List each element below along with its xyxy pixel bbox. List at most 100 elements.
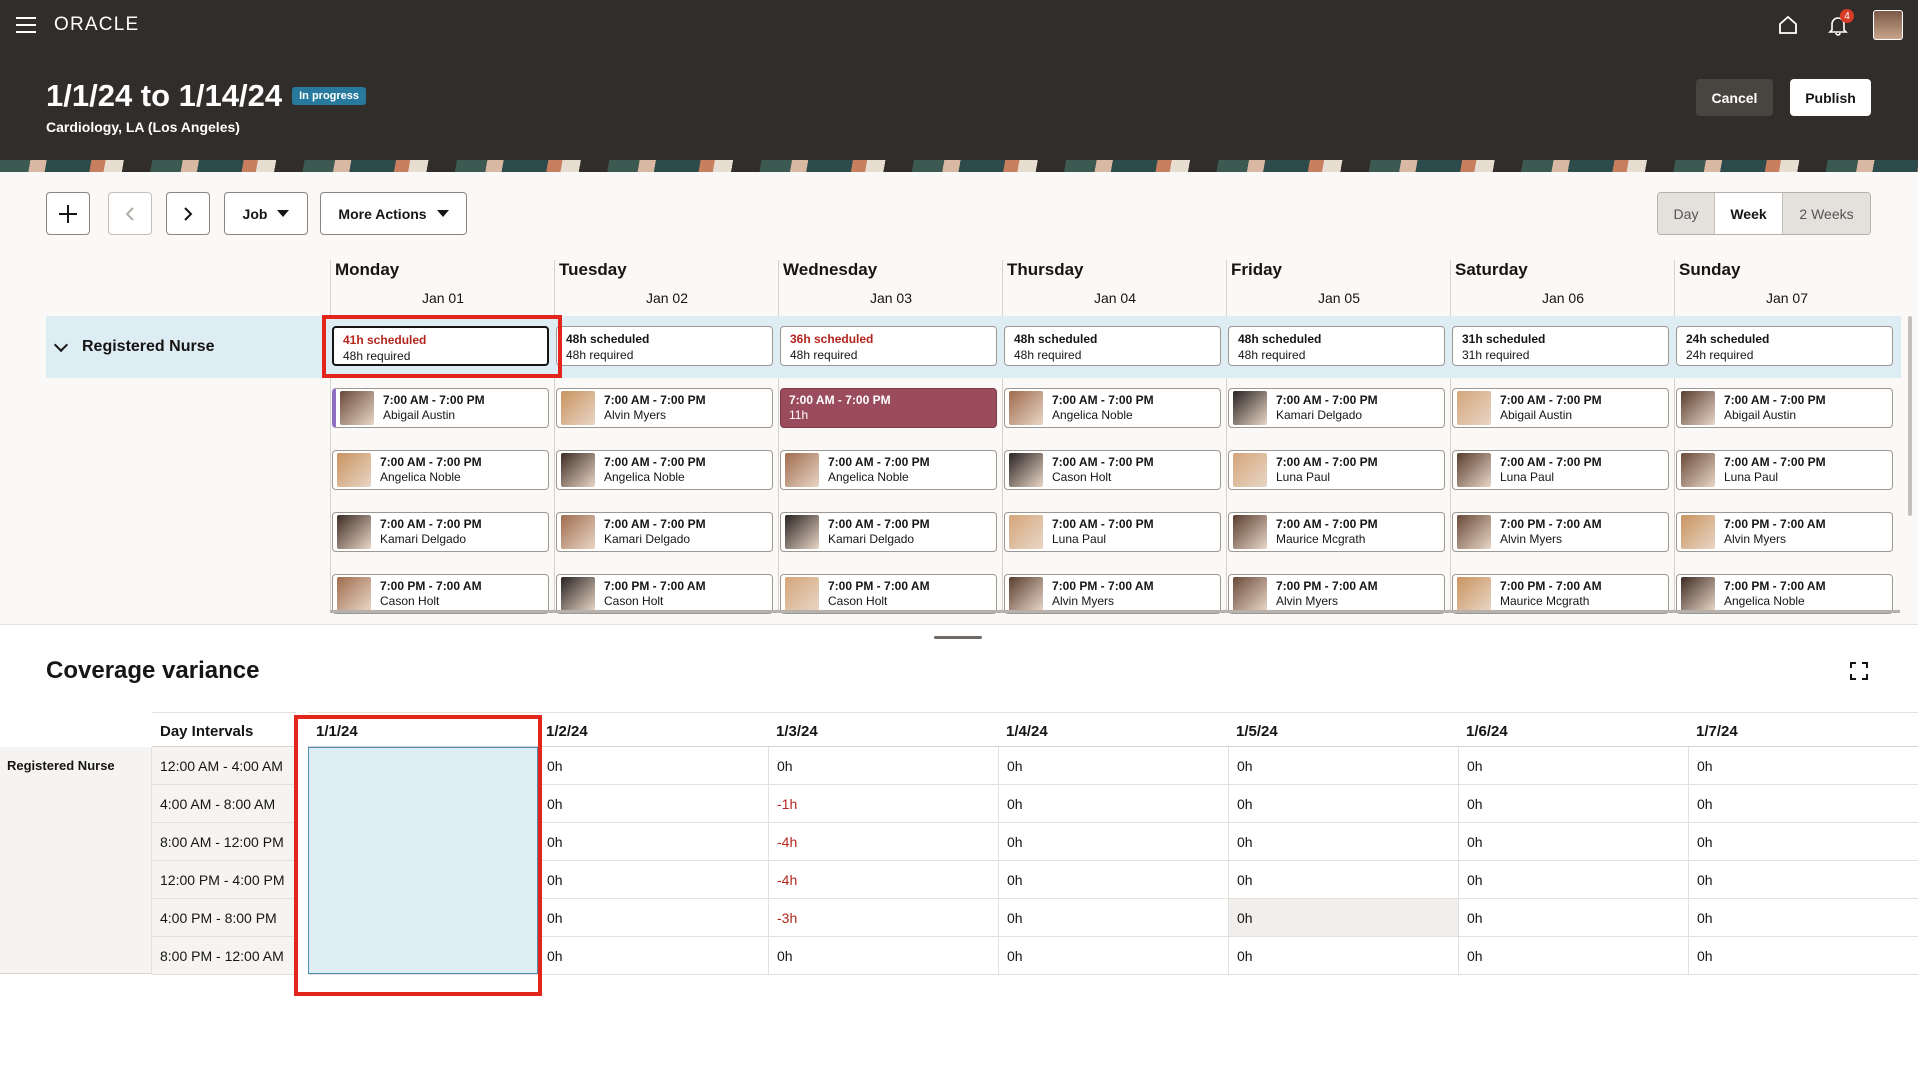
job-dropdown[interactable]: Job [224,192,308,235]
date-column-header[interactable]: 1/7/24 [1688,712,1918,747]
user-avatar[interactable] [1872,9,1904,41]
menu-icon[interactable] [16,17,36,33]
shift-card[interactable]: 7:00 AM - 7:00 PM Kamari Delgado [1228,388,1445,428]
date-column-header[interactable]: 1/4/24 [998,712,1228,747]
variance-cell[interactable]: -1h [768,785,998,823]
variance-cell[interactable]: 0h [538,899,768,937]
shift-card[interactable]: 7:00 PM - 7:00 AM Cason Holt [780,574,997,614]
variance-cell[interactable]: 0h [998,899,1228,937]
variance-cell[interactable]: 0h [308,823,538,861]
variance-cell[interactable]: 0h [1688,785,1918,823]
variance-cell[interactable]: 0h [1458,937,1688,975]
variance-cell[interactable]: 0h [1458,899,1688,937]
variance-cell[interactable]: 0h [998,823,1228,861]
variance-cell[interactable]: 0h [1688,747,1918,785]
more-actions-dropdown[interactable]: More Actions [320,192,467,235]
variance-cell[interactable]: -3h [308,785,538,823]
shift-card[interactable]: 7:00 AM - 7:00 PM Angelica Noble [332,450,549,490]
shift-card[interactable]: 7:00 PM - 7:00 AM Angelica Noble [1676,574,1893,614]
shift-card[interactable]: 7:00 AM - 7:00 PM Alvin Myers [556,388,773,428]
coverage-summary-card[interactable]: 31h scheduled 31h required [1452,326,1669,366]
shift-card[interactable]: 7:00 PM - 7:00 AM Cason Holt [332,574,549,614]
variance-cell[interactable]: 0h [538,937,768,975]
publish-button[interactable]: Publish [1790,79,1871,116]
shift-card[interactable]: 7:00 AM - 7:00 PM Luna Paul [1676,450,1893,490]
variance-cell[interactable]: 0h [1228,823,1458,861]
shift-card[interactable]: 7:00 AM - 7:00 PM Angelica Noble [1004,388,1221,428]
variance-cell[interactable]: 0h [538,747,768,785]
variance-cell[interactable]: 0h [1228,899,1458,937]
date-column-header[interactable]: 1/2/24 [538,712,768,747]
variance-cell[interactable]: 0h [998,861,1228,899]
shift-card[interactable]: 7:00 AM - 7:00 PM Kamari Delgado [780,512,997,552]
view-day-button[interactable]: Day [1658,193,1715,234]
shift-card[interactable]: 7:00 AM - 7:00 PM Abigail Austin [1452,388,1669,428]
horizontal-scrollbar[interactable] [330,610,1900,613]
previous-button[interactable] [108,192,152,235]
home-icon[interactable] [1772,9,1804,41]
date-column-header[interactable]: 1/3/24 [768,712,998,747]
date-column-header[interactable]: 1/1/24 [308,712,538,747]
shift-card[interactable]: 7:00 PM - 7:00 AM Alvin Myers [1228,574,1445,614]
variance-cell[interactable]: 0h [768,747,998,785]
variance-cell[interactable]: 0h [538,823,768,861]
coverage-summary-card[interactable]: 24h scheduled 24h required [1676,326,1893,366]
chevron-down-icon[interactable] [53,337,69,352]
shift-card[interactable]: 7:00 AM - 7:00 PM Luna Paul [1004,512,1221,552]
variance-cell[interactable]: 0h [1688,899,1918,937]
shift-card[interactable]: 7:00 AM - 7:00 PM Cason Holt [1004,450,1221,490]
variance-cell[interactable]: 0h [538,861,768,899]
coverage-summary-card[interactable]: 48h scheduled 48h required [556,326,773,366]
coverage-summary-card[interactable]: 48h scheduled 48h required [1228,326,1445,366]
view-week-button[interactable]: Week [1715,193,1783,234]
variance-cell[interactable]: 0h [1228,861,1458,899]
variance-cell[interactable]: -4h [768,823,998,861]
variance-cell[interactable]: 0h [998,747,1228,785]
variance-cell[interactable]: 0h [998,937,1228,975]
shift-card[interactable]: 7:00 PM - 7:00 AM Maurice Mcgrath [1452,574,1669,614]
variance-cell[interactable]: 0h [1688,861,1918,899]
variance-cell[interactable]: 0h [768,937,998,975]
shift-card[interactable]: 7:00 AM - 7:00 PM Angelica Noble [556,450,773,490]
panel-splitter[interactable] [0,624,1918,639]
variance-cell[interactable]: 0h [1228,785,1458,823]
variance-cell[interactable]: -3h [768,899,998,937]
expand-icon[interactable] [1850,662,1868,680]
variance-cell[interactable]: 0h [1688,937,1918,975]
variance-cell[interactable]: 0h [998,785,1228,823]
shift-card[interactable]: 7:00 AM - 7:00 PM Luna Paul [1228,450,1445,490]
add-button[interactable] [46,192,90,235]
shift-card[interactable]: 7:00 PM - 7:00 AM Cason Holt [556,574,773,614]
variance-cell[interactable]: 0h [1458,861,1688,899]
shift-card[interactable]: 7:00 PM - 7:00 AM Alvin Myers [1676,512,1893,552]
variance-cell[interactable]: 0h [1458,823,1688,861]
variance-cell[interactable]: 0h [538,785,768,823]
shift-card[interactable]: 7:00 PM - 7:00 AM Alvin Myers [1004,574,1221,614]
variance-cell[interactable]: -4h [308,747,538,785]
variance-cell[interactable]: -4h [768,861,998,899]
coverage-summary-card[interactable]: 48h scheduled 48h required [1004,326,1221,366]
job-row-header[interactable]: Registered Nurse [46,316,318,378]
vertical-scrollbar[interactable] [1908,316,1912,516]
next-button[interactable] [166,192,210,235]
coverage-summary-card[interactable]: 41h scheduled 48h required [332,326,549,366]
coverage-summary-card[interactable]: 36h scheduled 48h required [780,326,997,366]
shift-card[interactable]: 7:00 AM - 7:00 PM Angelica Noble [780,450,997,490]
variance-cell[interactable]: 0h [308,899,538,937]
shift-card[interactable]: 7:00 PM - 7:00 AM Alvin Myers [1452,512,1669,552]
shift-card[interactable]: 7:00 AM - 7:00 PM Abigail Austin [332,388,549,428]
date-column-header[interactable]: 1/6/24 [1458,712,1688,747]
open-shift-card[interactable]: 7:00 AM - 7:00 PM 11h [780,388,997,428]
notifications-icon[interactable]: 4 [1822,9,1854,41]
variance-cell[interactable]: 0h [1688,823,1918,861]
variance-cell[interactable]: 0h [308,937,538,975]
shift-card[interactable]: 7:00 AM - 7:00 PM Abigail Austin [1676,388,1893,428]
variance-cell[interactable]: 0h [1458,785,1688,823]
variance-cell[interactable]: 0h [1228,937,1458,975]
drag-handle[interactable] [934,636,982,639]
shift-card[interactable]: 7:00 AM - 7:00 PM Kamari Delgado [556,512,773,552]
view-2weeks-button[interactable]: 2 Weeks [1783,193,1870,234]
shift-card[interactable]: 7:00 AM - 7:00 PM Luna Paul [1452,450,1669,490]
variance-cell[interactable]: 0h [1228,747,1458,785]
variance-cell[interactable]: 0h [1458,747,1688,785]
